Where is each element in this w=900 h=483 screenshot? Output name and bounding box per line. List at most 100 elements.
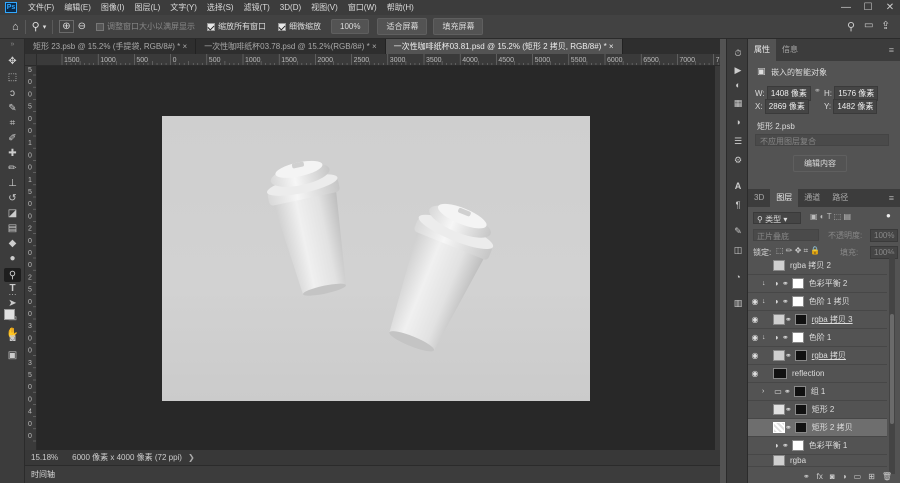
eyedropper-tool-icon[interactable]: ✐ bbox=[4, 131, 21, 145]
status-arrow-icon[interactable]: ❯ bbox=[188, 453, 195, 462]
canvas-area[interactable] bbox=[37, 66, 715, 450]
healing-brush-tool-icon[interactable]: ✚ bbox=[4, 146, 21, 160]
layer-row[interactable]: ⚭ 矩形 2 bbox=[748, 401, 887, 419]
stamp-tool-icon[interactable]: ⊥ bbox=[4, 176, 21, 190]
search-icon[interactable]: ⚲ bbox=[847, 20, 855, 33]
panel-menu-icon[interactable]: ≡ bbox=[889, 45, 894, 55]
add-mask-icon[interactable]: ◙ bbox=[830, 472, 835, 481]
layer-row[interactable]: ◉ reflection bbox=[748, 365, 887, 383]
home-icon[interactable]: ⌂ bbox=[12, 21, 19, 33]
layer-row[interactable]: ◉ ⚭ rgba 拷贝 3 bbox=[748, 311, 887, 329]
eye-icon[interactable]: ◉ bbox=[748, 369, 762, 378]
properties-panel-icon[interactable]: ⚙ bbox=[731, 154, 745, 166]
zoom-100-button[interactable]: 100% bbox=[331, 19, 370, 34]
close-tab-icon[interactable]: × bbox=[609, 42, 614, 51]
gradient-tool-icon[interactable]: ▤ bbox=[4, 221, 21, 235]
layer-row[interactable]: ◑ ⚭ 色彩平衡 1 bbox=[748, 437, 887, 455]
marquee-tool-icon[interactable]: ⬚ bbox=[4, 70, 21, 84]
layer-row[interactable]: ◉ ↓ ◑ ⚭ 色阶 1 bbox=[748, 329, 887, 347]
fit-screen-button[interactable]: 适合屏幕 bbox=[377, 18, 428, 35]
doc-tab-2[interactable]: 一次性咖啡纸杯03.78.psd @ 15.2%(RGB/8#) * × bbox=[196, 39, 386, 54]
layer-comp-select[interactable]: 不应用图层复合 bbox=[755, 134, 889, 146]
maximize-button[interactable]: ☐ bbox=[858, 0, 878, 15]
layer-row-selected[interactable]: ⚭ 矩形 2 拷贝 bbox=[748, 419, 887, 437]
doc-tab-1[interactable]: 矩形 23.psb @ 15.2% (手提袋, RGB/8#) * × bbox=[25, 39, 197, 54]
layer-row[interactable]: › ▭ ⚭ 组 1 bbox=[748, 383, 887, 401]
document-canvas[interactable] bbox=[162, 116, 590, 401]
swatches-panel-icon[interactable]: ▦ bbox=[731, 97, 745, 109]
tool-preset-chevron-icon[interactable]: ▾ bbox=[43, 23, 47, 31]
navigator-panel-icon[interactable]: ◔ bbox=[731, 271, 745, 283]
character-panel-icon[interactable]: A bbox=[731, 180, 745, 192]
fx-icon[interactable]: fx bbox=[817, 472, 823, 481]
menu-help[interactable]: 帮助(H) bbox=[382, 2, 419, 13]
layer-row[interactable]: ↓ ◑ ⚭ 色彩平衡 2 bbox=[748, 275, 887, 293]
layer-row[interactable]: ◉ ⚭ rgba 拷贝 bbox=[748, 347, 887, 365]
layer-row[interactable]: rgba bbox=[748, 455, 887, 467]
edit-toolbar-icon[interactable]: ··· bbox=[4, 287, 21, 301]
link-icon[interactable]: ⚭ bbox=[814, 86, 821, 95]
menu-window[interactable]: 窗口(W) bbox=[343, 2, 382, 13]
tab-3d[interactable]: 3D bbox=[748, 189, 770, 207]
menu-3d[interactable]: 3D(D) bbox=[275, 3, 306, 12]
delete-layer-icon[interactable]: 🗑 bbox=[882, 472, 892, 481]
doc-tab-3[interactable]: 一次性咖啡纸杯03.81.psd @ 15.2% (矩形 2 拷贝, RGB/8… bbox=[385, 39, 623, 54]
resize-windows-checkbox[interactable]: 调整窗口大小以满屏显示 bbox=[96, 21, 195, 32]
lock-icons[interactable]: ⬚ ✏ ✥ ⌗ 🔒 bbox=[776, 246, 820, 256]
blur-tool-icon[interactable]: ◆ bbox=[4, 236, 21, 250]
share-icon[interactable]: ⇪ bbox=[881, 19, 890, 32]
zoom-in-icon[interactable]: ⊕ bbox=[59, 20, 74, 33]
eye-icon[interactable]: ◉ bbox=[748, 333, 762, 342]
quick-select-tool-icon[interactable]: ✎ bbox=[4, 101, 21, 115]
glyphs-panel-icon[interactable]: ▥ bbox=[731, 297, 745, 309]
link-layers-icon[interactable]: ⚭ bbox=[803, 472, 810, 481]
new-layer-icon[interactable]: ⊞ bbox=[868, 472, 875, 481]
edit-contents-button[interactable]: 编辑内容 bbox=[793, 155, 847, 172]
timeline-tab[interactable]: 时间轴 bbox=[31, 469, 55, 480]
adjustments-panel-icon[interactable]: ◑ bbox=[731, 116, 745, 128]
brush-tool-icon[interactable]: ✏ bbox=[4, 161, 21, 175]
eye-icon[interactable]: ◉ bbox=[748, 351, 762, 360]
ruler-corner[interactable] bbox=[25, 54, 37, 66]
horizontal-ruler[interactable]: 1500 1000 500 0 500 1000 1500 2000 2500 3000 3500 4… bbox=[37, 54, 720, 66]
menu-image[interactable]: 图像(I) bbox=[96, 2, 130, 13]
history-brush-tool-icon[interactable]: ↺ bbox=[4, 191, 21, 205]
dodge-tool-icon[interactable]: ● bbox=[4, 251, 21, 265]
tab-info[interactable]: 信息 bbox=[776, 39, 804, 61]
foreground-color-swatch[interactable] bbox=[4, 309, 15, 320]
crop-tool-icon[interactable]: ⌗ bbox=[4, 116, 21, 130]
menu-type[interactable]: 文字(Y) bbox=[165, 2, 202, 13]
history-panel-icon[interactable]: ⏱ bbox=[731, 47, 745, 59]
filter-icons[interactable]: ▣ ◐ T ⬚ ▤ bbox=[810, 212, 851, 221]
filter-toggle-icon[interactable]: ● bbox=[886, 211, 891, 220]
x-field[interactable]: 2869 像素 bbox=[764, 99, 809, 114]
close-tab-icon[interactable]: × bbox=[183, 42, 188, 51]
actions-panel-icon[interactable]: ▶ bbox=[731, 64, 745, 76]
zoom-level[interactable]: 15.18% bbox=[31, 453, 58, 462]
tab-channels[interactable]: 通道 bbox=[798, 189, 826, 207]
layer-filter-select[interactable]: 类型 bbox=[765, 215, 781, 224]
menu-view[interactable]: 视图(V) bbox=[306, 2, 343, 13]
minimize-button[interactable]: — bbox=[836, 0, 856, 15]
tab-properties[interactable]: 属性 bbox=[748, 39, 776, 61]
screen-mode-icon[interactable]: ▣ bbox=[4, 348, 21, 362]
collapse-icon[interactable]: » bbox=[4, 41, 21, 48]
quick-mask-icon[interactable]: ◙ bbox=[4, 331, 21, 345]
opacity-field[interactable]: 100% bbox=[870, 229, 899, 242]
layers-scrollbar[interactable] bbox=[889, 254, 895, 474]
close-window-button[interactable]: ✕ bbox=[880, 0, 900, 15]
tab-layers[interactable]: 图层 bbox=[770, 189, 799, 207]
menu-filter[interactable]: 滤镜(T) bbox=[239, 2, 275, 13]
blend-mode-select[interactable]: 正片叠底 bbox=[753, 229, 819, 241]
workspace-icon[interactable]: ▭ bbox=[864, 20, 873, 31]
menu-layer[interactable]: 图层(L) bbox=[129, 2, 165, 13]
libraries-panel-icon[interactable]: ☰ bbox=[731, 135, 745, 147]
eye-icon[interactable]: ◉ bbox=[748, 315, 762, 324]
zoom-out-icon[interactable]: ⊖ bbox=[78, 21, 86, 32]
paragraph-panel-icon[interactable]: ¶ bbox=[731, 199, 745, 211]
zoom-tool-icon[interactable]: ⚲ bbox=[32, 20, 40, 33]
layer-row[interactable]: ◉ ↓ ◑ ⚭ 色阶 1 拷贝 bbox=[748, 293, 887, 311]
eraser-tool-icon[interactable]: ◪ bbox=[4, 206, 21, 220]
tab-paths[interactable]: 路径 bbox=[826, 189, 854, 207]
y-field[interactable]: 1482 像素 bbox=[833, 99, 878, 114]
